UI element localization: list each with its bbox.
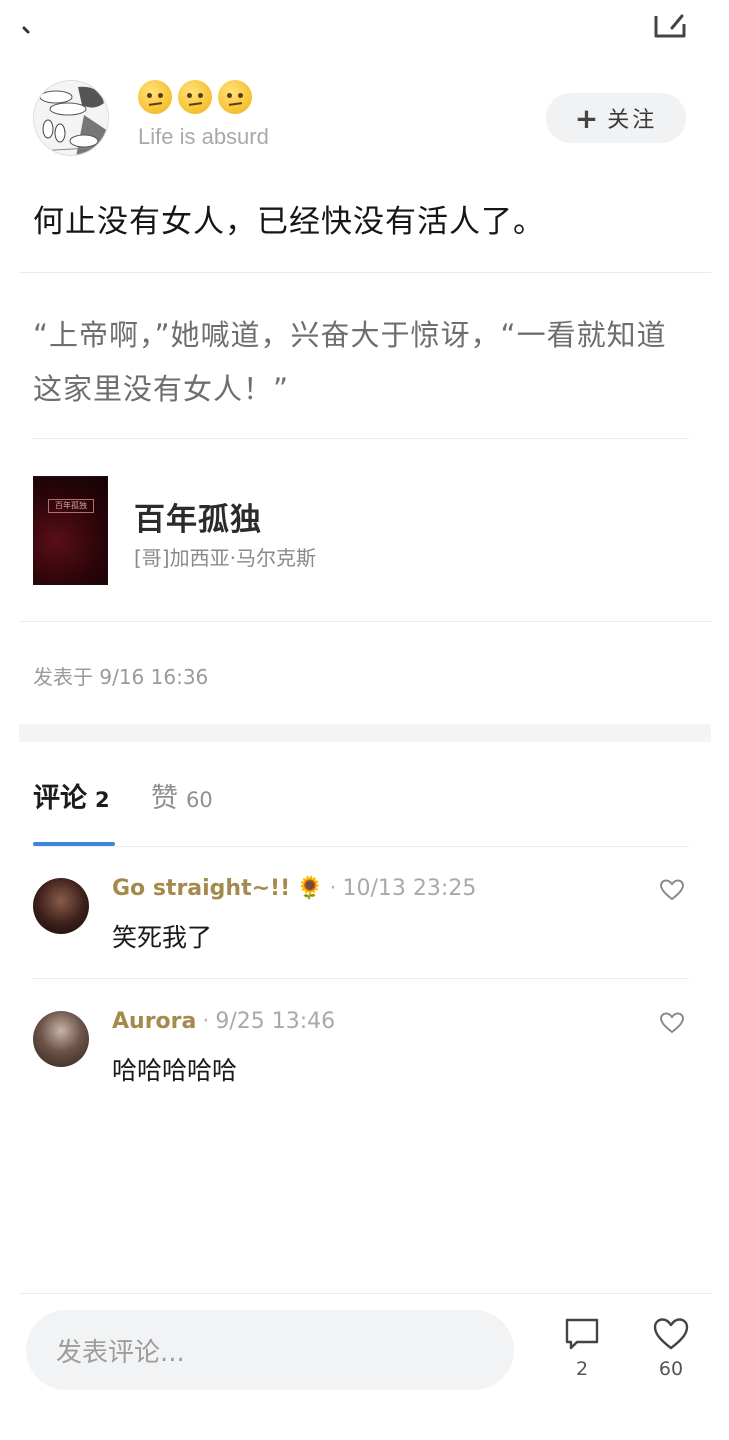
heart-icon bbox=[653, 1318, 689, 1350]
raised-eyebrow-emoji-icon bbox=[138, 80, 172, 114]
comment-item: Aurora · 9/25 13:46 哈哈哈哈哈 bbox=[33, 1009, 689, 1119]
meta-separator: · bbox=[202, 1009, 210, 1034]
share-box-icon[interactable] bbox=[650, 10, 690, 42]
comment-item: Go straight~!! 🌻 · 10/13 23:25 笑死我了 bbox=[33, 876, 689, 986]
divider bbox=[33, 846, 689, 847]
raised-eyebrow-emoji-icon bbox=[218, 80, 252, 114]
comic-avatar-icon bbox=[34, 81, 108, 155]
quote-line: 这家里没有女人！” bbox=[33, 372, 290, 406]
author-subtitle: Life is absurd bbox=[138, 124, 269, 149]
book-cover-label: 百年孤独 bbox=[48, 499, 94, 513]
meta-separator: · bbox=[329, 876, 337, 901]
book-title: 百年孤独 bbox=[134, 502, 262, 538]
tab-count: 60 bbox=[186, 788, 213, 812]
comment-text: 笑死我了 bbox=[112, 923, 213, 952]
plus-icon: + bbox=[574, 101, 602, 135]
commenter-name[interactable]: Aurora bbox=[112, 1009, 196, 1034]
comment-time: 10/13 23:25 bbox=[342, 876, 477, 901]
comment-bubble-icon bbox=[565, 1318, 599, 1350]
bottom-action-bar: 发表评论... 2 60 bbox=[19, 1293, 711, 1423]
comment-input-placeholder: 发表评论... bbox=[56, 1337, 185, 1368]
tab-count: 2 bbox=[95, 788, 110, 812]
like-button[interactable]: 60 bbox=[649, 1316, 693, 1380]
book-author: [哥]加西亚·马尔克斯 bbox=[134, 546, 316, 570]
like-count: 60 bbox=[658, 1358, 684, 1380]
comment-count: 2 bbox=[575, 1358, 589, 1380]
divider bbox=[19, 621, 711, 622]
follow-label: 关注 bbox=[607, 108, 658, 133]
raised-eyebrow-emoji-icon bbox=[178, 80, 212, 114]
author-emoji-row bbox=[138, 80, 252, 116]
divider bbox=[33, 438, 689, 439]
divider bbox=[19, 272, 711, 273]
tab-comments[interactable]: 评论 2 bbox=[33, 776, 110, 815]
section-separator bbox=[19, 724, 711, 742]
tab-label: 评论 bbox=[33, 783, 87, 814]
follow-button[interactable]: + 关注 bbox=[546, 93, 686, 143]
commenter-avatar[interactable] bbox=[33, 1011, 89, 1067]
sunflower-emoji-icon: 🌻 bbox=[296, 876, 324, 901]
comment-meta: Aurora · 9/25 13:46 bbox=[112, 1009, 335, 1034]
author-avatar[interactable] bbox=[33, 80, 109, 156]
comment-input[interactable]: 发表评论... bbox=[26, 1310, 514, 1390]
comment-meta: Go straight~!! 🌻 · 10/13 23:25 bbox=[112, 876, 476, 901]
divider bbox=[33, 978, 689, 979]
tab-label: 赞 bbox=[151, 783, 178, 814]
commenter-avatar[interactable] bbox=[33, 878, 89, 934]
comment-time: 9/25 13:46 bbox=[215, 1009, 336, 1034]
comments-button[interactable]: 2 bbox=[560, 1316, 604, 1380]
comment-like-tabs: 评论 2 赞 60 bbox=[33, 776, 689, 846]
like-heart-icon[interactable] bbox=[659, 878, 685, 902]
top-bar bbox=[0, 0, 729, 60]
book-quote: “上帝啊，”她喊道，兴奋大于惊讶，“一看就知道 这家里没有女人！” bbox=[33, 308, 693, 416]
comment-text: 哈哈哈哈哈 bbox=[112, 1056, 238, 1085]
book-cover: 百年孤独 bbox=[33, 476, 108, 585]
chevron-left-icon[interactable] bbox=[20, 24, 34, 38]
commenter-name[interactable]: Go straight~!! bbox=[112, 876, 290, 901]
quote-line: “上帝啊，”她喊道，兴奋大于惊讶，“一看就知道 bbox=[33, 318, 667, 352]
tab-likes[interactable]: 赞 60 bbox=[151, 776, 213, 815]
book-card[interactable]: 百年孤独 百年孤独 [哥]加西亚·马尔克斯 bbox=[33, 476, 683, 586]
like-heart-icon[interactable] bbox=[659, 1011, 685, 1035]
post-title: 何止没有女人，已经快没有活人了。 bbox=[33, 204, 545, 240]
post-timestamp: 发表于 9/16 16:36 bbox=[33, 665, 209, 689]
